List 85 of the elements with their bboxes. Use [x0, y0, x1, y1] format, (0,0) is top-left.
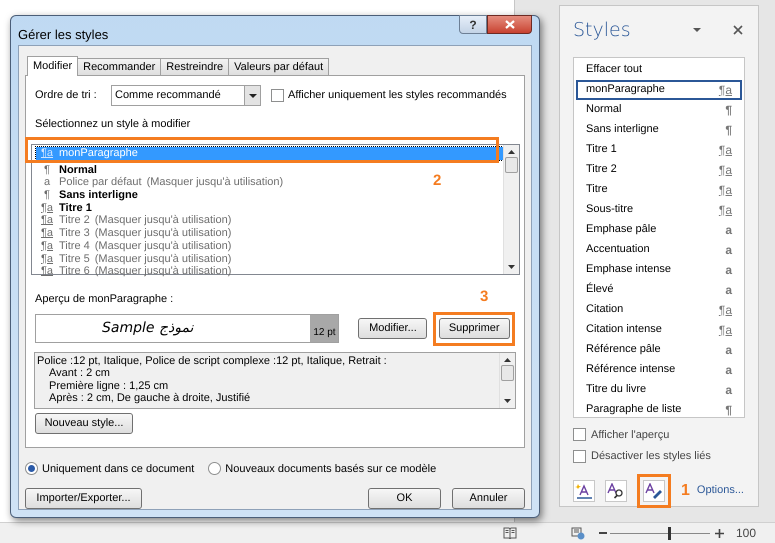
delete-button[interactable]: Supprimer	[438, 318, 510, 339]
book-icon[interactable]	[503, 527, 517, 539]
style-list-item[interactable]: ¶a Titre 4 (Masquer jusqu'à utilisation)	[36, 240, 232, 252]
new-style-button[interactable]: Nouveau style...	[35, 412, 133, 434]
tab[interactable]: Restreindre	[160, 58, 230, 74]
zoom-in-icon[interactable]	[715, 528, 724, 538]
checkbox[interactable]	[573, 450, 586, 463]
styles-list-item[interactable]: Normal ¶	[576, 100, 742, 120]
styles-list-item[interactable]: Élevé a	[576, 280, 742, 300]
options-link[interactable]: Options...	[696, 482, 744, 499]
style-list-item[interactable]: ¶ Normal	[36, 164, 97, 176]
styles-list-item[interactable]: Titre ¶a	[576, 180, 742, 200]
tab[interactable]: Valeurs par défaut	[228, 58, 330, 74]
style-list-item[interactable]: ¶a Titre 5 (Masquer jusqu'à utilisation)	[36, 252, 232, 266]
close-icon	[504, 20, 514, 29]
zoom-thumb[interactable]	[668, 526, 671, 540]
close-button[interactable]	[487, 15, 532, 34]
list-label: Sélectionnez un style à modifier	[35, 116, 190, 132]
radio-button[interactable]	[208, 462, 222, 476]
scroll-down-icon[interactable]	[504, 398, 511, 402]
checkbox-label: Afficher l'aperçu	[591, 428, 670, 442]
styles-list-item[interactable]: Citation intense ¶a	[576, 320, 742, 340]
import-export-button[interactable]: Importer/Exporter...	[25, 488, 142, 509]
styles-list-item[interactable]: Emphase pâle a	[576, 220, 742, 240]
styles-list-item[interactable]: Sans interligne ¶	[576, 120, 742, 140]
scroll-up-icon[interactable]	[508, 150, 515, 154]
description-text: Police :12 pt, Italique, Police de script complexe :12 pt, Italique, Retrait :	[37, 354, 388, 367]
scroll-thumb[interactable]	[505, 157, 518, 173]
tab[interactable]: Modifier	[27, 56, 78, 76]
preview-text: Sample نموذج	[101, 319, 195, 338]
scroll-thumb[interactable]	[501, 364, 514, 380]
web-layout-icon[interactable]	[571, 526, 585, 540]
close-icon[interactable]	[733, 25, 743, 36]
style-list-item[interactable]: a Police par défaut (Masquer jusqu'à utilisation)	[36, 176, 284, 190]
cancel-button[interactable]: Annuler	[452, 488, 525, 509]
style-inspector-icon[interactable]	[605, 480, 627, 502]
modify-button[interactable]: Modifier...	[358, 318, 428, 339]
callout-number: 2	[433, 171, 442, 191]
styles-list-item[interactable]: Sous-titre ¶a	[576, 200, 742, 220]
radio-label: Nouveaux documents basés sur ce modèle	[225, 462, 436, 476]
scrollbar[interactable]	[503, 145, 519, 274]
callout-number: 1	[681, 480, 690, 500]
ok-button[interactable]: OK	[368, 488, 441, 509]
description-text: Première ligne : 1,25 cm	[48, 380, 170, 392]
styles-list-item[interactable]: Titre du livre a	[576, 380, 742, 400]
zoom-value[interactable]: 100	[736, 524, 756, 542]
sort-label: Ordre de tri :	[35, 88, 98, 104]
callout-number: 3	[480, 286, 488, 306]
dropdown-arrow-icon[interactable]	[693, 28, 701, 32]
description-text: Avant : 2 cm	[48, 367, 111, 380]
new-style-icon[interactable]	[573, 480, 595, 502]
font-size-label: 12 pt	[310, 315, 338, 342]
preview-label: Aperçu de monParagraphe :	[35, 292, 174, 307]
styles-list-item[interactable]: Référence intense a	[576, 360, 742, 380]
pane-title: Styles	[573, 18, 631, 43]
help-button[interactable]: ?	[459, 15, 487, 34]
description-text: Après : 2 cm, De gauche à droite, Justifié	[48, 392, 252, 404]
styles-list-item[interactable]: Accentuation a	[576, 240, 742, 260]
radio-button[interactable]	[25, 462, 38, 476]
styles-list-item[interactable]: Citation ¶a	[576, 300, 742, 320]
scrollbar[interactable]	[499, 352, 515, 408]
scroll-down-icon[interactable]	[508, 265, 515, 269]
dropdown-arrow-icon	[248, 94, 256, 98]
checkbox[interactable]	[271, 89, 284, 102]
checkbox-label: Désactiver les styles liés	[591, 449, 711, 464]
styles-list-item[interactable]: Paragraphe de liste ¶	[576, 400, 742, 420]
scroll-up-icon[interactable]	[504, 358, 511, 362]
style-list-item[interactable]: ¶a Titre 3 (Masquer jusqu'à utilisation)	[36, 227, 232, 240]
checkbox-label: Afficher uniquement les styles recommandés	[288, 88, 507, 104]
zoom-slider[interactable]	[610, 526, 710, 540]
style-list-item[interactable]: ¶a Titre 1	[36, 202, 92, 214]
window-title: Gérer les styles	[18, 26, 108, 44]
style-list-item[interactable]: ¶a Titre 2 (Masquer jusqu'à utilisation)	[36, 214, 232, 228]
radio-label: Uniquement dans ce document	[42, 462, 194, 476]
styles-list-item[interactable]: Emphase intense a	[576, 260, 742, 280]
styles-list-item[interactable]: Titre 1 ¶a	[576, 140, 742, 160]
styles-list-item[interactable]: Effacer tout	[576, 60, 742, 80]
styles-list-item[interactable]: Titre 2 ¶a	[576, 160, 742, 180]
checkbox[interactable]	[573, 428, 586, 442]
manage-styles-icon[interactable]	[643, 480, 665, 502]
style-list-item[interactable]: ¶ Sans interligne	[36, 189, 138, 202]
styles-list-item[interactable]: Référence pâle a	[576, 340, 742, 360]
tab[interactable]: Recommander	[77, 58, 162, 74]
sort-dropdown[interactable]: Comme recommandé	[111, 85, 261, 106]
styles-list-item[interactable]: monParagraphe ¶a	[576, 80, 742, 100]
